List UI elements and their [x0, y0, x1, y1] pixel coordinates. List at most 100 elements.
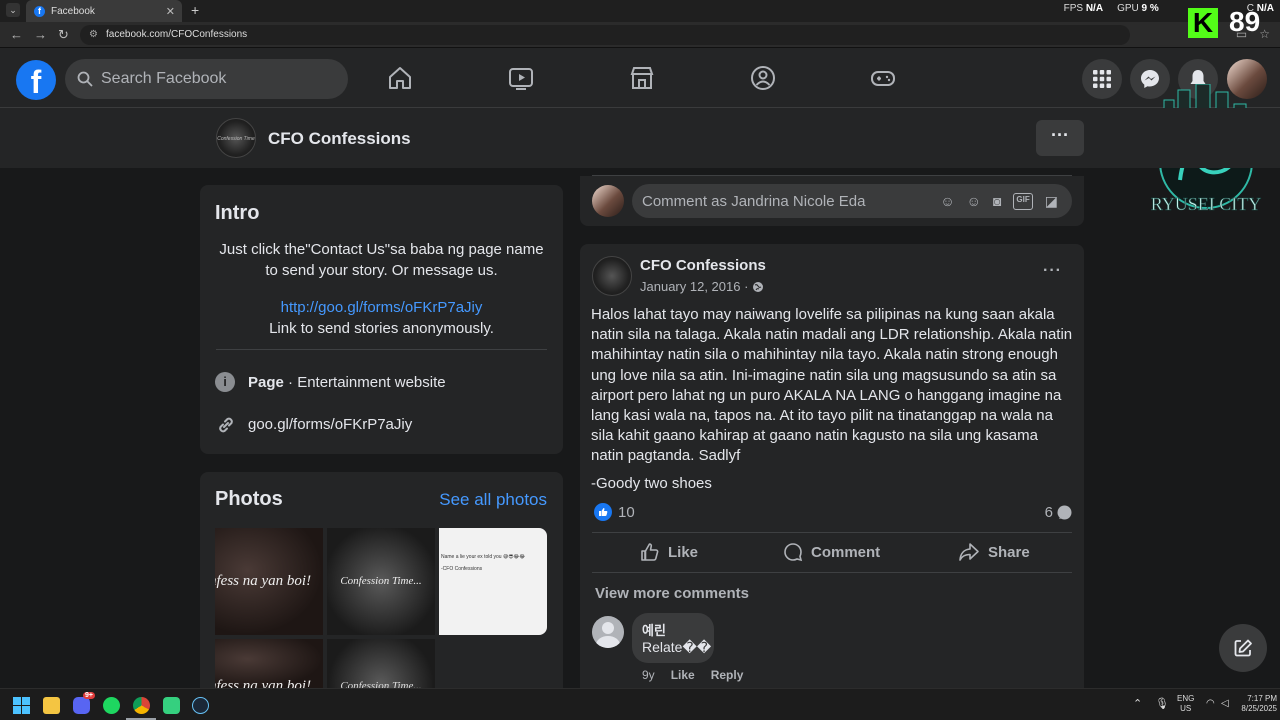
comment-bubble: 예린 Relate��	[632, 613, 714, 663]
comment-time[interactable]: 9y	[642, 668, 655, 682]
tab-close-icon[interactable]: ✕	[166, 5, 175, 18]
photo-thumb[interactable]: Confession Time...	[327, 639, 435, 689]
photo-caption: nfess na yan boi!	[215, 573, 312, 589]
photo-caption: Name a lie your ex told you 😅😎😂😂	[441, 554, 526, 560]
photo-subcaption: -CFO Confessions	[441, 566, 483, 572]
thumbs-up-icon	[641, 543, 659, 561]
menu-grid-icon[interactable]	[1082, 59, 1122, 99]
photos-title: Photos	[215, 488, 283, 510]
post-options-icon[interactable]: ···	[1043, 262, 1062, 280]
commenter-name[interactable]: 예린	[642, 620, 666, 639]
post-signature: -Goody two shoes	[591, 475, 712, 492]
post-author-avatar[interactable]	[592, 256, 632, 296]
share-icon	[959, 543, 979, 561]
video-icon[interactable]	[508, 65, 534, 91]
app-icon[interactable]	[163, 697, 180, 714]
url-text: facebook.com/CFOConfessions	[106, 29, 248, 40]
search-input[interactable]: Search Facebook	[65, 59, 348, 99]
comment-input[interactable]: Comment as Jandrina Nicole Eda ☺ ☺ ◙ GIF…	[632, 184, 1072, 218]
like-label: Like	[668, 543, 699, 561]
clock[interactable]: 7:17 PM 8/25/2025	[1233, 694, 1277, 714]
comment-reply-button[interactable]: Reply	[711, 668, 744, 682]
bookmark-star-icon[interactable]: ☆	[1259, 27, 1270, 41]
forward-arrow-icon[interactable]: →	[34, 27, 47, 42]
comment-bubble-icon	[1057, 505, 1072, 520]
photo-thumb[interactable]: Confession Time...	[327, 528, 435, 635]
intro-line-1: Just click the"Contact Us"sa baba ng pag…	[219, 241, 544, 258]
browser-tab[interactable]: f Facebook ✕	[26, 0, 182, 22]
page-avatar[interactable]: Confession Time	[216, 118, 256, 158]
avatar-sticker-icon[interactable]: ☺	[940, 193, 954, 210]
post-card: CFO Confessions January 12, 2016 · ··· H…	[580, 244, 1084, 704]
tray-chevron-icon[interactable]: ⌃	[1133, 697, 1142, 710]
page-header-bar	[0, 108, 1280, 168]
new-tab-button[interactable]: +	[191, 2, 199, 18]
kick-counter: 89	[1229, 6, 1261, 37]
camera-icon[interactable]: ◙	[993, 193, 1001, 210]
website-link[interactable]: goo.gl/forms/oFKrP7aJiy	[248, 416, 412, 433]
spotify-icon[interactable]	[103, 697, 120, 714]
post-line: sila kahit gaano kahirap at gaano natin …	[591, 427, 1038, 445]
tab-search-button[interactable]: ⌄	[6, 3, 20, 17]
comment-placeholder: Comment as Jandrina Nicole Eda	[642, 193, 866, 210]
like-button[interactable]: Like	[640, 542, 698, 562]
globe-icon	[753, 281, 764, 292]
groups-icon[interactable]	[750, 65, 776, 91]
photo-thumb[interactable]: Name a lie your ex told you 😅😎😂😂 -CFO Con…	[439, 528, 547, 635]
page-category: Page · Entertainment website	[248, 374, 446, 391]
view-more-comments-link[interactable]: View more comments	[595, 585, 749, 602]
windows-start-icon[interactable]	[13, 697, 30, 714]
intro-card: Intro Just click the"Contact Us"sa baba …	[200, 185, 563, 454]
commenter-avatar[interactable]	[592, 616, 624, 648]
actions-divider-top	[592, 532, 1072, 533]
photo-thumb[interactable]: nfess na yan boi!	[215, 528, 323, 635]
reload-icon[interactable]: ↻	[58, 27, 69, 43]
volume-icon[interactable]: ◁	[1221, 698, 1229, 709]
page-name[interactable]: CFO Confessions	[268, 129, 411, 149]
comment-count-value: 6	[1044, 504, 1053, 521]
facebook-logo[interactable]: f	[16, 60, 56, 100]
facebook-top-bar: f Search Facebook	[0, 48, 1280, 108]
comment-count[interactable]: 6	[1045, 504, 1072, 521]
post-author[interactable]: CFO Confessions	[640, 257, 766, 274]
intro-form-link[interactable]: http://goo.gl/forms/oFKrP7aJiy	[200, 299, 563, 316]
like-count[interactable]: 10	[618, 504, 635, 521]
new-message-button[interactable]	[1219, 624, 1267, 672]
browser-tab-strip: ⌄ f Facebook ✕ + FPS N/A GPU 9 % C N/A	[0, 0, 1280, 22]
url-input[interactable]: ⚙ facebook.com/CFOConfessions	[80, 25, 1130, 45]
see-all-photos-link[interactable]: See all photos	[439, 490, 547, 510]
post-date[interactable]: January 12, 2016 ·	[640, 279, 748, 294]
like-reaction-icon	[594, 503, 612, 521]
site-info-icon[interactable]: ⚙	[89, 25, 98, 45]
emoji-icon[interactable]: ☺	[967, 193, 981, 210]
gaming-icon[interactable]	[870, 65, 896, 91]
share-button[interactable]: Share	[958, 542, 1030, 562]
photo-thumb[interactable]: nfess na yan boi!	[215, 639, 323, 689]
post-line: Halos lahat tayo may naiwang lovelife sa…	[591, 306, 1055, 323]
page-more-button[interactable]: ···	[1036, 120, 1084, 156]
link-icon	[219, 417, 233, 433]
language-indicator[interactable]: ENG US	[1177, 694, 1194, 714]
steam-icon[interactable]	[192, 697, 209, 714]
microphone-icon[interactable]: 🎙	[1155, 697, 1169, 710]
comment-like-button[interactable]: Like	[671, 668, 695, 682]
wifi-icon[interactable]: ◠	[1206, 698, 1215, 709]
tab-title: Facebook	[51, 5, 95, 17]
share-label: Share	[988, 543, 1030, 561]
page-category-value: · Entertainment website	[283, 374, 446, 391]
file-explorer-icon[interactable]	[43, 697, 60, 714]
chrome-icon[interactable]	[133, 697, 150, 714]
discord-icon[interactable]	[73, 697, 90, 714]
user-avatar	[592, 185, 624, 217]
search-placeholder: Search Facebook	[101, 70, 227, 87]
home-icon[interactable]	[387, 65, 413, 91]
post-line: airport pero lahat ng un puro AKALA NA L…	[591, 386, 1062, 404]
marketplace-icon[interactable]	[629, 65, 655, 91]
intro-link-caption: Link to send stories anonymously.	[269, 320, 494, 337]
gif-icon[interactable]: GIF	[1013, 193, 1033, 210]
info-icon: i	[215, 372, 235, 392]
comment-button[interactable]: Comment	[783, 542, 880, 562]
sticker-icon[interactable]: ◪	[1045, 193, 1058, 210]
back-arrow-icon[interactable]: ←	[10, 27, 23, 42]
gpu-label: GPU	[1117, 3, 1139, 14]
